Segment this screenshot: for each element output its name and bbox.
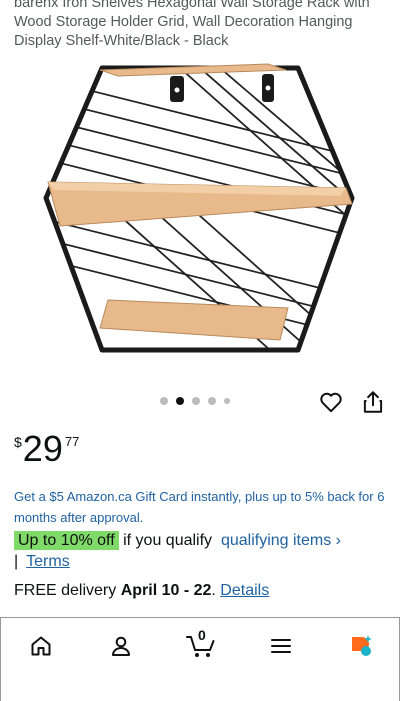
price-currency: $	[14, 434, 22, 450]
product-title: barenx Iron Shelves Hexagonal Wall Stora…	[14, 0, 370, 49]
deal-qualify-text: if you qualify	[118, 532, 213, 549]
price-fraction: 77	[64, 434, 80, 449]
nav-menu[interactable]	[261, 628, 301, 664]
menu-icon	[271, 639, 291, 653]
nav-cart[interactable]: 0	[181, 627, 221, 664]
gift-card-promo-link[interactable]: Get a $5 Amazon.ca Gift Card instantly, …	[14, 486, 394, 528]
product-image[interactable]	[40, 58, 360, 363]
price-whole: 29	[22, 428, 63, 469]
terms-separator: |	[14, 553, 19, 570]
terms-row: | Terms	[14, 551, 70, 573]
carousel-dot[interactable]	[192, 397, 200, 405]
deal-row: Up to 10% off if you qualify qualifying …	[14, 529, 394, 553]
carousel-dot[interactable]	[224, 398, 230, 404]
share-button[interactable]	[360, 389, 386, 415]
nav-rufus[interactable]	[341, 628, 381, 664]
nav-home[interactable]	[21, 628, 61, 664]
image-carousel-dots[interactable]	[160, 397, 230, 405]
bottom-nav: 0	[0, 617, 400, 701]
delivery-dates: April 10 - 22	[120, 582, 212, 599]
qualifying-items-link[interactable]: qualifying items ›	[221, 532, 341, 549]
account-icon	[112, 636, 130, 656]
terms-link[interactable]: Terms	[26, 553, 70, 570]
delivery-separator: .	[211, 582, 221, 599]
carousel-dot[interactable]	[208, 397, 216, 405]
delivery-details-link[interactable]: Details	[220, 582, 269, 599]
home-icon	[31, 636, 51, 656]
delivery-prefix: FREE delivery	[14, 582, 121, 599]
nav-account[interactable]	[101, 628, 141, 664]
deal-badge: Up to 10% off	[14, 531, 119, 550]
heart-icon	[320, 392, 342, 413]
cart-count: 0	[198, 627, 206, 643]
carousel-dot-active[interactable]	[176, 397, 184, 405]
rufus-icon	[352, 635, 372, 656]
price: $ 29 77	[14, 428, 79, 470]
share-icon	[363, 391, 383, 413]
wishlist-button[interactable]	[318, 389, 344, 415]
carousel-dot[interactable]	[160, 397, 168, 405]
delivery-info: FREE delivery April 10 - 22. Details	[14, 580, 269, 602]
